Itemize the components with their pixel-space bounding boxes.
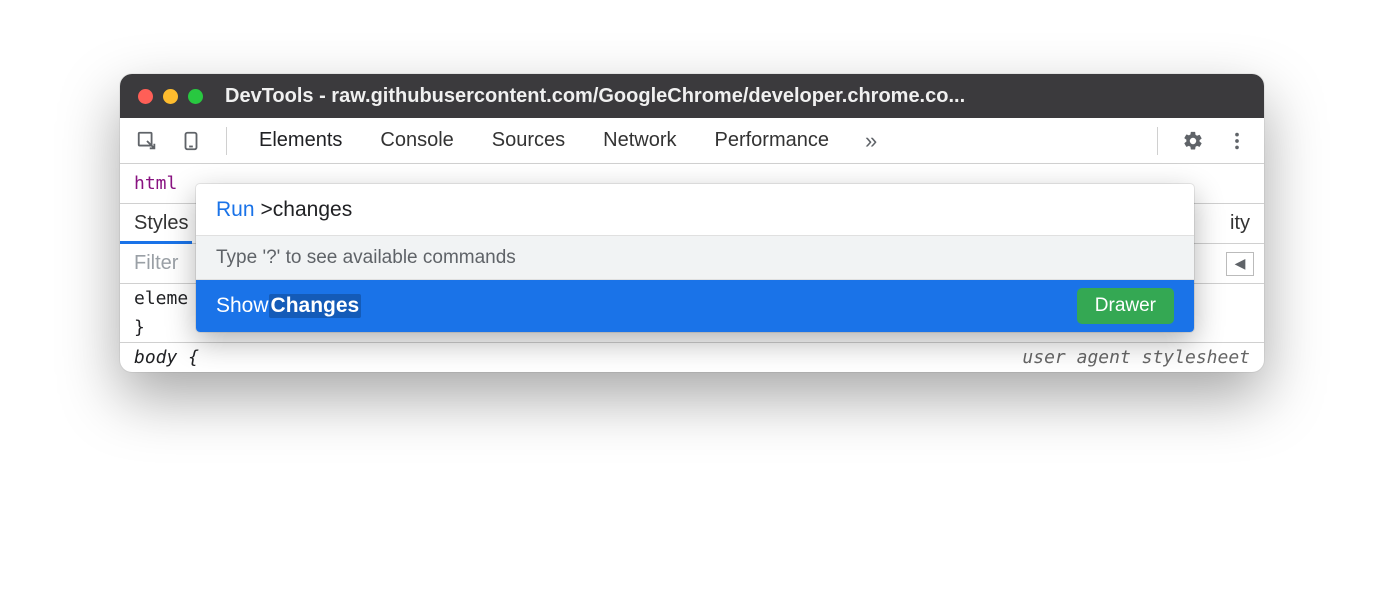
- selector: body {: [134, 347, 199, 368]
- tab-console[interactable]: Console: [370, 129, 463, 152]
- titlebar: DevTools - raw.githubusercontent.com/Goo…: [120, 74, 1264, 118]
- main-toolbar: Elements Console Sources Network Perform…: [120, 118, 1264, 164]
- tab-elements[interactable]: Elements: [249, 129, 352, 152]
- tab-performance[interactable]: Performance: [705, 129, 840, 152]
- command-result[interactable]: Show Changes Drawer: [196, 280, 1194, 332]
- minimize-icon[interactable]: [163, 89, 178, 104]
- inspect-icon[interactable]: [134, 128, 160, 154]
- html-tag: html: [134, 173, 177, 194]
- divider: [1157, 127, 1158, 155]
- result-prefix: Show: [216, 294, 269, 318]
- toggle-computed-icon[interactable]: ◀: [1226, 252, 1254, 276]
- filter-input[interactable]: Filter: [134, 252, 178, 275]
- device-toggle-icon[interactable]: [178, 128, 204, 154]
- tab-styles[interactable]: Styles: [134, 212, 188, 235]
- gear-icon[interactable]: [1180, 128, 1206, 154]
- more-tabs-icon[interactable]: »: [857, 128, 885, 154]
- maximize-icon[interactable]: [188, 89, 203, 104]
- command-input-row[interactable]: Run >changes: [196, 184, 1194, 236]
- run-label: Run: [216, 198, 255, 222]
- user-agent-label: user agent stylesheet: [1022, 347, 1250, 368]
- divider: [226, 127, 227, 155]
- drawer-badge: Drawer: [1077, 288, 1174, 324]
- tab-accessibility-fragment[interactable]: ity: [1230, 212, 1250, 235]
- tab-sources[interactable]: Sources: [482, 129, 575, 152]
- result-match: Changes: [269, 294, 362, 318]
- kebab-menu-icon[interactable]: [1224, 128, 1250, 154]
- traffic-lights: [138, 89, 203, 104]
- tab-network[interactable]: Network: [593, 129, 686, 152]
- command-query: >changes: [261, 198, 353, 222]
- code-line-body: body { user agent stylesheet: [120, 342, 1264, 372]
- command-menu: Run >changes Type '?' to see available c…: [196, 184, 1194, 332]
- command-hint: Type '?' to see available commands: [196, 236, 1194, 280]
- window-title: DevTools - raw.githubusercontent.com/Goo…: [225, 85, 965, 108]
- close-icon[interactable]: [138, 89, 153, 104]
